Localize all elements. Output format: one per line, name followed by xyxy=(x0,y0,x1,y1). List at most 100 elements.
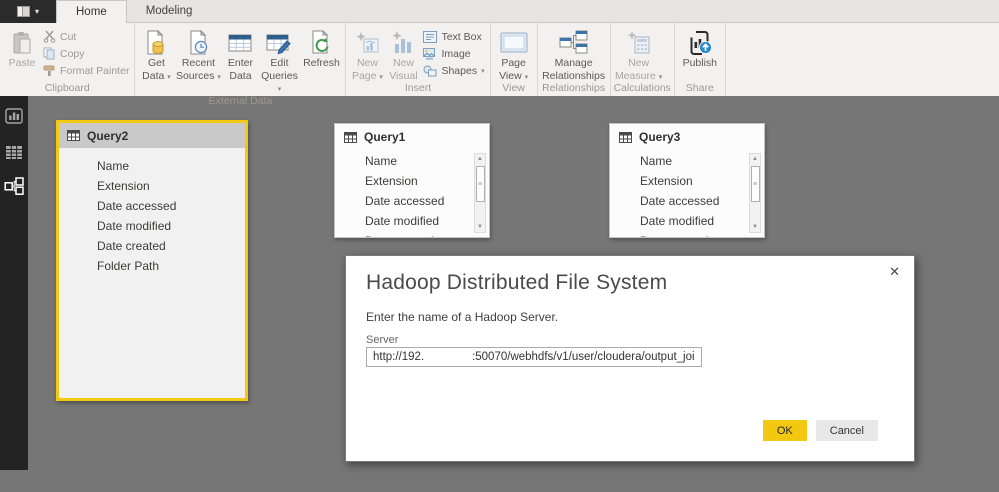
new-visual-button[interactable]: New Visual xyxy=(385,24,421,82)
new-visual-icon xyxy=(390,28,416,57)
table-card-query2[interactable]: Query2 Name Extension Date accessed Date… xyxy=(56,120,248,401)
recent-sources-icon xyxy=(185,28,211,57)
ribbon-group-external-data: Get Data ▾ Recent Sources ▾ Enter Data xyxy=(135,23,346,96)
query3-header[interactable]: Query3 xyxy=(610,124,764,150)
ribbon-tabs: Home Modeling xyxy=(56,0,211,23)
image-button[interactable]: Image xyxy=(421,45,486,62)
publish-button[interactable]: Publish xyxy=(678,24,722,70)
text-box-icon xyxy=(423,31,437,43)
table-icon xyxy=(67,130,80,141)
query1-header[interactable]: Query1 xyxy=(335,124,489,150)
tab-modeling[interactable]: Modeling xyxy=(127,0,212,23)
query2-title: Query2 xyxy=(87,129,128,143)
query3-title: Query3 xyxy=(639,130,680,144)
ribbon-group-calculations: New Measure ▾ Calculations xyxy=(611,23,675,96)
data-view-button[interactable] xyxy=(0,139,28,165)
tab-home[interactable]: Home xyxy=(56,0,127,23)
field-item[interactable]: Date accessed xyxy=(97,199,245,219)
query1-fields: Name Extension Date accessed Date modifi… xyxy=(335,150,489,238)
dialog-buttons: OK Cancel xyxy=(763,420,878,441)
dialog-message: Enter the name of a Hadoop Server. xyxy=(366,310,558,324)
publish-icon xyxy=(686,28,714,57)
shapes-caret-icon: ▾ xyxy=(481,67,485,75)
field-item[interactable]: Folder Path xyxy=(97,259,245,279)
query3-scrollbar[interactable]: ▲ ≡ ▼ xyxy=(749,153,761,233)
refresh-icon xyxy=(309,28,333,57)
page-view-button[interactable]: Page View ▾ xyxy=(494,24,534,82)
app-menu-button[interactable]: ▾ xyxy=(0,0,56,23)
field-item[interactable]: Date modified xyxy=(365,214,489,234)
scroll-up-icon[interactable]: ▲ xyxy=(750,154,760,164)
field-item[interactable]: Date modified xyxy=(97,219,245,239)
query3-fields: Name Extension Date accessed Date modifi… xyxy=(610,150,764,238)
app-menu-caret-icon: ▾ xyxy=(35,7,39,16)
ribbon-group-clipboard: Paste Cut Copy Format Painter xyxy=(0,23,135,96)
field-item[interactable]: Date created xyxy=(97,239,245,259)
manage-relationships-button[interactable]: Manage Relationships xyxy=(541,24,607,82)
get-data-button[interactable]: Get Data ▾ xyxy=(138,24,174,82)
field-item[interactable]: Date accessed xyxy=(365,194,489,214)
format-painter-button[interactable]: Format Painter xyxy=(41,62,131,79)
group-label-calculations: Calculations xyxy=(614,82,671,96)
ribbon-group-relationships: Manage Relationships Relationships xyxy=(538,23,611,96)
ribbon-group-view: Page View ▾ View xyxy=(491,23,538,96)
edit-queries-button[interactable]: Edit Queries ▾ xyxy=(258,24,300,95)
report-view-icon xyxy=(5,108,23,124)
dialog-title: Hadoop Distributed File System xyxy=(366,271,667,295)
query1-scrollbar[interactable]: ▲ ≡ ▼ xyxy=(474,153,486,233)
report-view-button[interactable] xyxy=(0,103,28,129)
scroll-up-icon[interactable]: ▲ xyxy=(475,154,485,164)
scroll-thumb[interactable]: ≡ xyxy=(476,166,485,202)
view-sidebar xyxy=(0,96,28,470)
field-item[interactable]: Name xyxy=(97,159,245,179)
field-item[interactable]: Name xyxy=(640,154,764,174)
query1-title: Query1 xyxy=(364,130,405,144)
shapes-button[interactable]: Shapes ▾ xyxy=(421,62,486,79)
get-data-icon xyxy=(143,28,169,57)
field-item[interactable]: Name xyxy=(365,154,489,174)
recent-sources-caret-icon: ▾ xyxy=(217,74,221,81)
scroll-down-icon[interactable]: ▼ xyxy=(475,222,485,232)
new-measure-button[interactable]: New Measure ▾ xyxy=(614,24,664,82)
dialog-close-icon[interactable]: ✕ xyxy=(885,262,904,282)
group-label-external-data: External Data xyxy=(138,95,342,108)
table-card-query1[interactable]: Query1 Name Extension Date accessed Date… xyxy=(334,123,490,238)
field-item[interactable]: Extension xyxy=(365,174,489,194)
paste-button[interactable]: Paste xyxy=(3,24,41,70)
ribbon-group-share: Publish Share xyxy=(675,23,726,96)
cut-button[interactable]: Cut xyxy=(41,28,131,45)
new-page-button[interactable]: New Page ▾ xyxy=(349,24,385,82)
scroll-thumb[interactable]: ≡ xyxy=(751,166,760,202)
model-view-button[interactable] xyxy=(0,173,28,199)
enter-data-button[interactable]: Enter Data xyxy=(222,24,258,82)
refresh-button[interactable]: Refresh xyxy=(300,24,342,70)
table-card-query3[interactable]: Query3 Name Extension Date accessed Date… xyxy=(609,123,765,238)
shapes-icon xyxy=(423,65,437,77)
get-data-caret-icon: ▾ xyxy=(167,74,171,81)
text-box-button[interactable]: Text Box xyxy=(421,28,486,45)
query2-fields: Name Extension Date accessed Date modifi… xyxy=(59,148,245,279)
ok-button[interactable]: OK xyxy=(763,420,807,441)
query2-header[interactable]: Query2 xyxy=(59,123,245,148)
field-item[interactable]: Date accessed xyxy=(640,194,764,214)
page-view-caret-icon: ▾ xyxy=(525,74,529,81)
server-input[interactable] xyxy=(366,347,702,367)
field-item[interactable]: Date created xyxy=(640,234,764,238)
ribbon-group-insert: New Page ▾ New Visual Text Box Image xyxy=(346,23,490,96)
cancel-button[interactable]: Cancel xyxy=(816,420,878,441)
field-item[interactable]: Extension xyxy=(640,174,764,194)
model-view-icon xyxy=(4,177,24,195)
scroll-down-icon[interactable]: ▼ xyxy=(750,222,760,232)
field-item[interactable]: Date created xyxy=(365,234,489,238)
copy-button[interactable]: Copy xyxy=(41,45,131,62)
group-label-clipboard: Clipboard xyxy=(3,82,131,96)
field-item[interactable]: Date modified xyxy=(640,214,764,234)
recent-sources-button[interactable]: Recent Sources ▾ xyxy=(174,24,222,82)
new-page-icon xyxy=(354,28,380,57)
ribbon-tab-strip: ▾ Home Modeling xyxy=(0,0,999,23)
edit-queries-icon xyxy=(265,28,293,57)
copy-icon xyxy=(43,47,56,60)
field-item[interactable]: Extension xyxy=(97,179,245,199)
enter-data-icon xyxy=(227,28,253,57)
edit-queries-caret-icon: ▾ xyxy=(278,86,282,93)
